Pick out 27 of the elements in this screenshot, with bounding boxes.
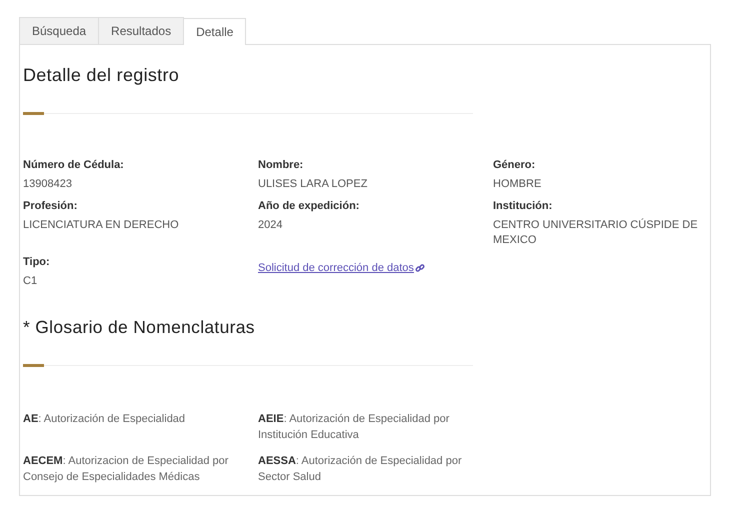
glossary-entry: AECEM: Autorizacion de Especialidad por Consejo de Especialidades Médicas	[23, 454, 230, 485]
link-icon	[414, 263, 425, 273]
accent-bar	[23, 112, 44, 115]
field-label: Nombre:	[258, 159, 304, 171]
correction-link[interactable]: Solicitud de corrección de datos	[258, 262, 425, 274]
tab[interactable]: Resultados	[98, 17, 184, 44]
glossary-entry: AE: Autorización de Especialidad	[23, 412, 186, 427]
field-label: Profesión:	[23, 200, 78, 212]
field-label: Año de expedición:	[258, 200, 360, 212]
tab[interactable]: Detalle	[183, 18, 246, 45]
accent-bar	[23, 364, 44, 367]
glossary-entry: AEIE: Autorización de Especialidad por Institución Educativa	[258, 412, 450, 443]
section-title: * Glosario de Nomenclaturas	[23, 317, 256, 338]
field-label: Género:	[493, 159, 536, 171]
field-value: ULISES LARA LOPEZ	[258, 177, 368, 192]
glossary-entry: AESSA: Autorización de Especialidad por Sector Salud	[258, 454, 463, 485]
tab[interactable]: Búsqueda	[19, 17, 100, 44]
field-value: HOMBRE	[493, 177, 542, 192]
field-value: C1	[23, 274, 38, 289]
field-label: Número de Cédula:	[23, 159, 125, 171]
field-value: 13908423	[23, 177, 73, 192]
field-label: Institución:	[493, 200, 554, 212]
field-value: 2024	[258, 218, 284, 233]
field-label: Tipo:	[23, 256, 51, 268]
section-title: Detalle del registro	[23, 65, 180, 86]
field-value: LICENCIATURA EN DERECHO	[23, 218, 180, 233]
field-value: CENTRO UNIVERSITARIO CÚSPIDE DE MEXICO	[493, 218, 699, 248]
